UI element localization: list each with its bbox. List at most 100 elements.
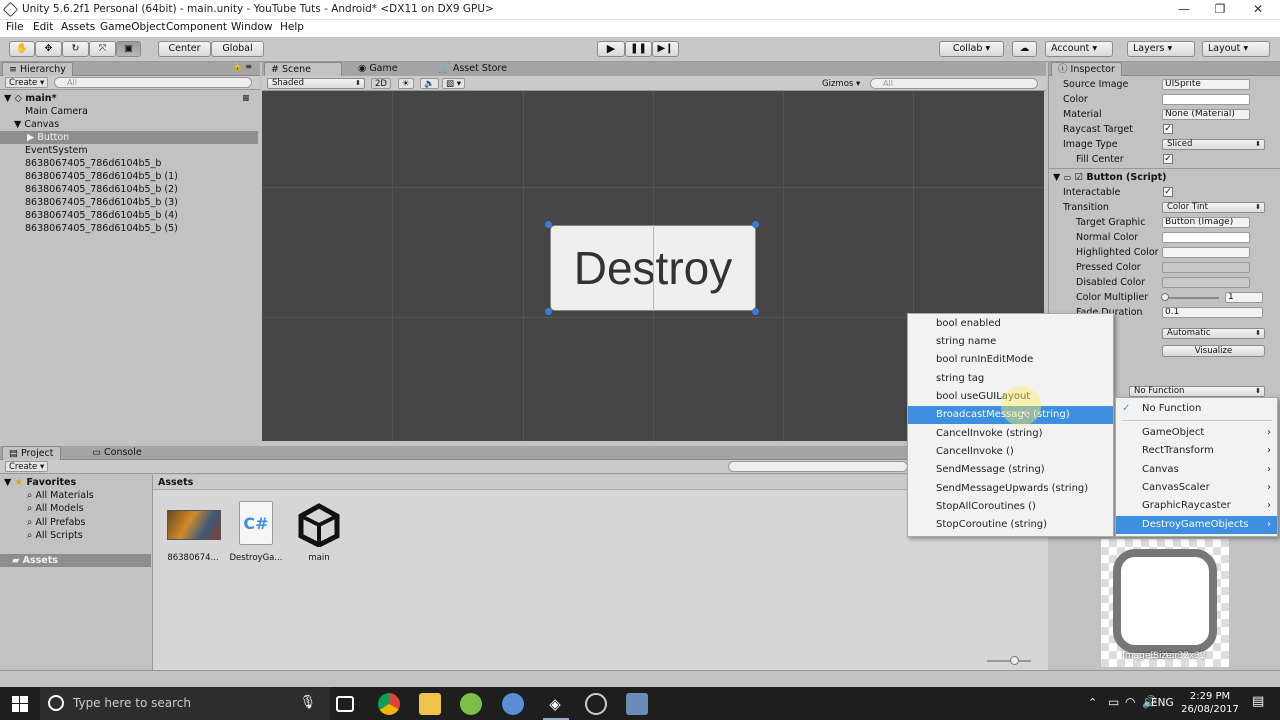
gizmos-dropdown[interactable]: Gizmos ▾ [822,79,860,89]
obs-icon[interactable] [585,693,607,715]
tab-inspector[interactable]: ⓘ Inspector [1051,62,1122,76]
color-multiplier-field[interactable]: 1 [1225,292,1263,303]
panel-menu-icon[interactable]: 🔒 ≡ [233,62,252,71]
menu-item[interactable]: GameObject › [1116,424,1277,442]
rect-handle[interactable] [752,308,759,315]
rect-tool-icon[interactable]: ▣ [116,41,141,57]
app-icon[interactable] [502,693,524,715]
pivot-center-button[interactable]: Center [158,41,211,57]
effects-icon[interactable]: ▧ ▾ [442,78,465,89]
menu-item-highlighted[interactable]: DestroyGameObjects › [1116,516,1277,534]
disabled-color-field[interactable] [1162,277,1250,288]
notifications-icon[interactable]: ▤ [1252,694,1264,709]
slider-thumb[interactable] [1010,656,1019,665]
menu-item-checked[interactable]: ✓ No Function [1116,400,1277,418]
app-icon[interactable] [626,693,648,715]
raycast-target-checkbox[interactable]: ✓ [1163,124,1173,134]
tab-asset-store[interactable]: 🛒 Asset Store [432,62,513,76]
visualize-button[interactable]: Visualize [1162,345,1265,357]
language-indicator[interactable]: ENG [1151,697,1174,709]
tab-console[interactable]: ▭ Console [86,446,148,460]
layers-dropdown[interactable]: Layers ▾ [1127,41,1195,57]
assets-folder[interactable]: ▰ Assets [0,554,151,567]
image-asset-thumbnail[interactable] [167,510,221,540]
image-type-dropdown[interactable]: Sliced [1162,139,1265,150]
windows-start-icon[interactable] [12,696,28,712]
layout-dropdown[interactable]: Layout ▾ [1202,41,1270,57]
shading-mode-dropdown[interactable]: Shaded [267,78,365,89]
file-explorer-icon[interactable] [419,693,441,715]
hierarchy-item[interactable]: EventSystem [0,144,258,157]
pivot-global-button[interactable]: Global [211,41,264,57]
hierarchy-item[interactable]: Main Camera [0,105,258,118]
tab-scene[interactable]: # Scene [264,62,342,76]
menu-item[interactable]: bool enabled [908,315,1113,333]
navigation-dropdown[interactable]: Automatic [1162,328,1265,339]
hierarchy-item[interactable]: 8638067405_786d6104b5_b (1) [0,170,258,183]
android-studio-icon[interactable] [460,693,482,715]
scene-root[interactable]: ▼ ◇ main* ≡ [0,92,258,105]
menu-edit[interactable]: Edit [33,21,53,33]
hierarchy-item[interactable]: ▼ Canvas [0,118,258,131]
tab-hierarchy[interactable]: ≡ Hierarchy [2,62,73,76]
menu-gameobject[interactable]: GameObject [100,21,165,33]
menu-item[interactable]: CancelInvoke (string) [908,425,1113,443]
normal-color-field[interactable] [1162,232,1250,243]
move-tool-icon[interactable]: ✥ [35,41,62,57]
audio-icon[interactable]: 🔈 [420,78,439,89]
project-create-button[interactable]: Create ▾ [5,461,49,472]
fill-center-checkbox[interactable]: ✓ [1163,154,1173,164]
hierarchy-item[interactable]: 8638067405_786d6104b5_b (3) [0,196,258,209]
project-search-input[interactable] [728,461,908,472]
scale-tool-icon[interactable]: ⤧ [89,41,116,57]
menu-item[interactable]: string tag [908,370,1113,388]
wifi-icon[interactable]: ◠ [1125,695,1135,709]
collab-button[interactable]: Collab ▾ [939,41,1004,57]
rect-handle[interactable] [752,221,759,228]
menu-item[interactable]: StopAllCoroutines () [908,498,1113,516]
menu-item[interactable]: Canvas › [1116,461,1277,479]
create-button[interactable]: Create ▾ [5,77,49,88]
menu-item[interactable]: SendMessageUpwards (string) [908,480,1113,498]
hierarchy-item[interactable]: 8638067405_786d6104b5_b (2) [0,183,258,196]
csharp-script-icon[interactable]: C# [239,501,273,545]
menu-item[interactable]: string name [908,333,1113,351]
menu-item[interactable]: CanvasScaler › [1116,479,1277,497]
hierarchy-item[interactable]: 8638067405_786d6104b5_b (4) [0,209,258,222]
highlighted-color-field[interactable] [1162,247,1250,258]
unity-taskbar-icon[interactable]: ◈ [544,693,566,715]
menu-item[interactable]: bool runInEditMode [908,351,1113,369]
taskbar-search[interactable]: Type here to search 🎙 [40,687,330,720]
menu-item[interactable]: SendMessage (string) [908,461,1113,479]
menu-item[interactable]: CancelInvoke () [908,443,1113,461]
button-component-header[interactable]: ▼ ▭ ☑ Button (Script) [1053,170,1278,185]
color-multiplier-slider[interactable] [1164,297,1219,299]
color-field[interactable] [1162,94,1250,105]
lighting-icon[interactable]: ☀ [398,78,414,89]
source-image-field[interactable]: UISprite [1162,79,1250,90]
rect-handle[interactable] [545,221,552,228]
account-dropdown[interactable]: Account ▾ [1045,41,1113,57]
tab-game[interactable]: ◉ Game [352,62,404,76]
hand-tool-icon[interactable]: ✋ [9,41,35,57]
slider-thumb[interactable] [1161,293,1169,301]
menu-assets[interactable]: Assets [61,21,95,33]
close-button[interactable]: ✕ [1240,2,1276,16]
step-button[interactable]: ▶❙ [652,41,679,57]
material-field[interactable]: None (Material) [1162,109,1250,120]
tray-chevron-icon[interactable]: ⌃ [1088,696,1097,709]
play-button[interactable]: ▶ [597,41,625,57]
hierarchy-item-selected[interactable]: ▶ Button [0,131,258,144]
thumbnail-size-slider[interactable] [987,660,1031,662]
function-dropdown[interactable]: No Function [1129,386,1265,397]
minimize-button[interactable]: — [1166,2,1202,16]
menu-window[interactable]: Window [231,21,272,33]
menu-item[interactable]: RectTransform › [1116,442,1277,460]
menu-file[interactable]: File [6,21,24,33]
task-view-icon[interactable] [336,696,354,712]
target-graphic-field[interactable]: Button (Image) [1162,217,1250,228]
scene-search-input[interactable]: All [870,78,1038,89]
menu-item[interactable]: GraphicRaycaster › [1116,497,1277,515]
hierarchy-item[interactable]: 8638067405_786d6104b5_b (5) [0,222,258,235]
rotate-tool-icon[interactable]: ↻ [62,41,89,57]
